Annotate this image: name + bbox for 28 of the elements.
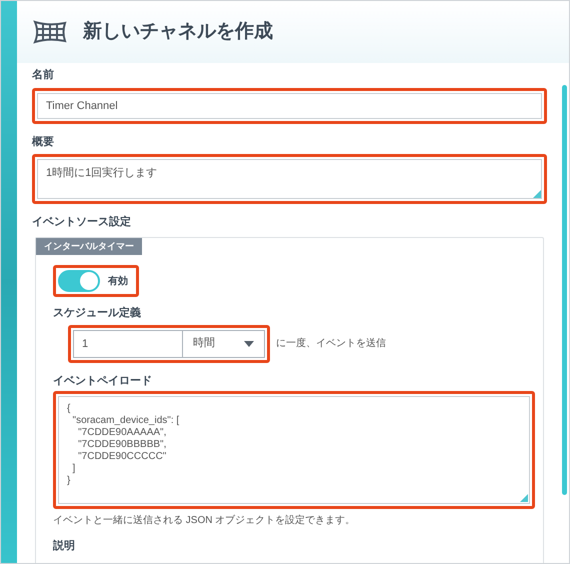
section-label: イベントソース設定 (32, 214, 132, 230)
code-line: { (67, 403, 72, 415)
resize-handle-icon (520, 494, 528, 502)
page-title: 新しいチャネルを作成 (83, 20, 273, 44)
field-label: 名前 (32, 68, 55, 83)
field-label: スケジュール定義 (53, 306, 142, 321)
field-label: イベントペイロード (53, 374, 153, 388)
toggle-label: 有効 (108, 274, 128, 288)
code-line: "7CDDE90AAAAA", (77, 427, 168, 439)
schedule-suffix: に一度、イベントを送信 (276, 336, 386, 351)
resize-handle-icon (533, 190, 541, 198)
scrollbar-thumb[interactable] (562, 85, 566, 495)
caret-icon (244, 340, 254, 346)
name-field[interactable]: Timer Channel (37, 92, 542, 118)
code-line: } (67, 475, 72, 487)
enable-toggle[interactable] (58, 270, 100, 292)
interval-field[interactable]: 1 (73, 330, 183, 358)
code-line: ] (72, 463, 76, 475)
code-line: "7CDDE90BBBBB", (77, 439, 168, 451)
payload-field[interactable]: { "soracam_device_ids": [ "7CDDE90AAAAA", "7CDDE90BBBBB", "7CDDE90CCCCC" ] } (58, 396, 530, 504)
code-line: "soracam_device_ids": [ (72, 415, 180, 427)
summary-field[interactable]: 1時間に1回実行します (37, 159, 542, 199)
field-label: 説明 (53, 538, 76, 554)
code-line: "7CDDE90CCCCC" (77, 451, 168, 463)
net-icon (33, 19, 67, 45)
unit-select[interactable]: 時間 (183, 330, 265, 358)
help-text: イベントと一緒に送信される JSON オブジェクトを設定できます。 (53, 514, 356, 528)
field-label: 概要 (32, 134, 55, 150)
